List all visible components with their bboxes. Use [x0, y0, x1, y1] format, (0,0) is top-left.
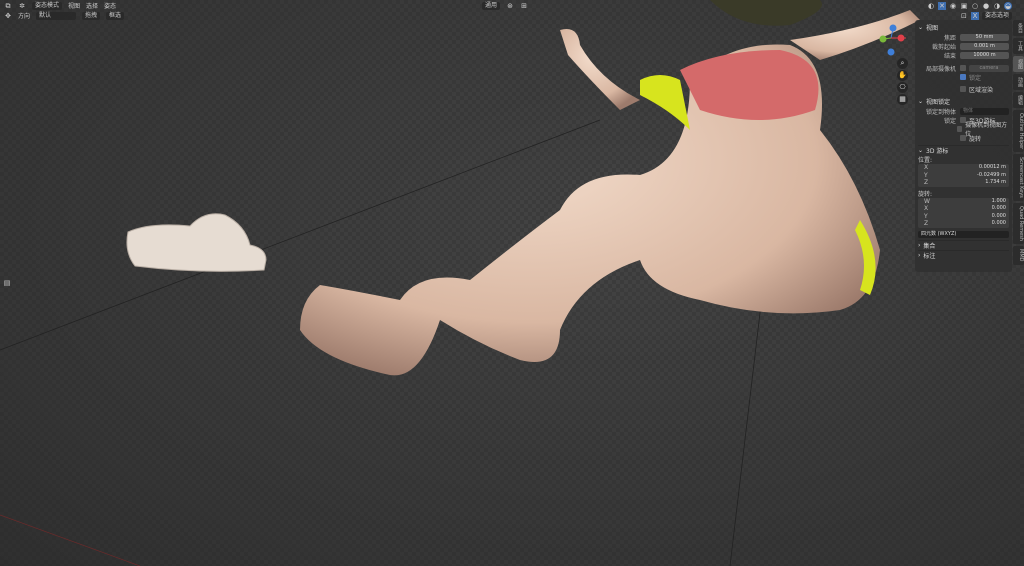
camera-to-view-checkbox[interactable] — [956, 126, 963, 132]
clip-start-label: 裁剪起始 — [931, 43, 956, 51]
tab-tool[interactable]: 工具 — [1013, 38, 1024, 54]
local-camera-field[interactable]: camera — [969, 64, 1009, 72]
rotation-x-field[interactable]: 0.000 — [936, 205, 1009, 212]
tab-outline-helper[interactable]: Outline Helper — [1013, 110, 1024, 153]
axis-label: X — [924, 205, 929, 213]
pose-options-dropdown[interactable]: 姿态选项 — [981, 11, 1012, 20]
gizmo-neg-z-axis — [887, 48, 895, 56]
clip-start-field[interactable]: 0.001 m — [960, 42, 1009, 50]
menu-view[interactable]: 视图 — [68, 1, 80, 10]
focal-label: 焦距 — [943, 34, 956, 42]
scene-render — [0, 0, 920, 566]
drag-dropdown[interactable]: 拖拽 — [82, 11, 101, 20]
pivot-icon[interactable]: ⊛ — [506, 2, 514, 10]
tab-view[interactable]: 视图 — [1013, 56, 1024, 72]
camera-view-icon[interactable]: ⎔ — [897, 82, 908, 93]
shading-solid-icon[interactable]: ● — [982, 2, 990, 10]
axis-label: Y — [924, 171, 928, 179]
gizmo-y-axis — [879, 35, 887, 43]
perspective-toggle-icon[interactable]: ▦ — [897, 94, 908, 105]
tab-edit[interactable]: 编辑 — [1013, 92, 1024, 108]
location-z-field[interactable]: 1.734 m — [936, 179, 1009, 186]
local-camera-label: 局部摄像机 — [925, 65, 956, 73]
orientation-label: 方向 — [18, 13, 31, 20]
overlay-icon[interactable]: ◉ — [949, 2, 957, 10]
orientation-dropdown[interactable]: 默认 — [36, 11, 77, 20]
axis-label: X — [924, 164, 929, 172]
location-x-field[interactable]: 0.00012 m — [936, 164, 1009, 171]
camera-lock-checkbox[interactable] — [960, 74, 966, 80]
tab-quad-remesh[interactable]: Quad Remesh — [1013, 203, 1024, 245]
pan-hand-icon[interactable]: ✋ — [897, 70, 908, 81]
rotation-y-field[interactable]: 0.000 — [936, 213, 1009, 220]
rotation-w-field[interactable]: 1.000 — [936, 198, 1009, 205]
collections-section-header[interactable]: › 集合 — [918, 239, 1009, 250]
region-render-checkbox[interactable] — [960, 86, 966, 92]
focal-length-field[interactable]: 50 mm — [960, 33, 1009, 41]
pose-mode-icon: ✲ — [19, 1, 25, 10]
tab-item[interactable]: 条目 — [1013, 20, 1024, 36]
axis-label: Z — [924, 179, 929, 187]
header-center: 通用 ⊛ ⊞ — [478, 0, 528, 11]
axis-line — [0, 514, 141, 566]
shading-material-icon[interactable]: ◑ — [993, 2, 1001, 10]
axis-label: W — [924, 197, 930, 205]
camera-lock-label: 锁定 — [969, 74, 982, 82]
transform-orientation-dropdown[interactable]: 通用 — [482, 1, 501, 10]
zoom-icon[interactable]: ⌕ — [897, 58, 908, 69]
rotation-fields: W 1.000 X 0.000 Y 0.000 Z 0.000 — [918, 197, 1009, 228]
xray-icon[interactable]: ▣ — [960, 2, 968, 10]
sidebar-tabs: 条目 工具 视图 动画 编辑 Outline Helper Screencast… — [1013, 20, 1024, 265]
gizmo-toggle-icon[interactable]: ✕ — [938, 1, 946, 10]
tab-animation[interactable]: 动画 — [1013, 74, 1024, 90]
select-box-dropdown[interactable]: 框选 — [106, 11, 125, 20]
character-model — [300, 0, 920, 376]
shoe-model — [126, 213, 267, 272]
editor-type-icon[interactable]: ⧉ — [4, 2, 12, 10]
snap-icon[interactable]: ⊞ — [520, 2, 528, 10]
clip-end-label: 结束 — [943, 52, 956, 60]
gizmo-x-axis — [897, 34, 905, 42]
transform-icon: ✥ — [5, 11, 11, 20]
region-render-label: 区域渲染 — [969, 86, 994, 94]
axis-label: Z — [924, 220, 929, 228]
lock-object-field[interactable]: 物体 — [960, 107, 1009, 115]
toolbar-toggle-icon[interactable]: ▤ — [3, 279, 11, 287]
view-section-header[interactable]: ⌄ 视图 — [918, 22, 1009, 32]
sidebar-panel: ⌄ 视图 焦距 50 mm 裁剪起始 0.001 m 结束 10000 m 局部摄像机… — [915, 20, 1012, 272]
rotation-label: 旋转: — [918, 190, 933, 198]
local-camera-checkbox[interactable] — [960, 65, 966, 71]
clip-end-field[interactable]: 10000 m — [960, 51, 1009, 59]
tab-mmd[interactable]: MMD — [1013, 246, 1024, 265]
visibility-icon[interactable]: ◐ — [927, 2, 935, 10]
view-lock-section-header[interactable]: ⌄ 视图锁定 — [918, 96, 1009, 106]
menu-pose[interactable]: 姿态 — [104, 1, 116, 10]
x-mirror-icon[interactable]: X — [970, 11, 979, 20]
location-label: 位置: — [918, 157, 933, 164]
cursor-section-header[interactable]: ⌄ 3D 游标 — [918, 145, 1009, 155]
lock-label: 锁定 — [943, 117, 956, 125]
menu-select[interactable]: 选择 — [86, 1, 98, 10]
shading-rendered-icon[interactable]: ◒ — [1004, 1, 1012, 10]
lock-object-label: 锁定到物体 — [925, 108, 956, 116]
rotation-lock-label: 旋转 — [969, 135, 982, 143]
mode-dropdown[interactable]: 姿态模式 — [32, 1, 63, 10]
rotation-mode-dropdown[interactable]: 四元数 (WXYZ) — [918, 231, 1009, 238]
header-row-2: ✥ 方向 默认 拖拽 框选 — [0, 10, 125, 21]
location-y-field[interactable]: -0.02499 m — [936, 172, 1009, 179]
axis-label: Y — [924, 212, 928, 220]
gizmo-z-axis — [889, 24, 897, 32]
rotation-lock-checkbox[interactable] — [960, 135, 966, 141]
tab-screencast-keys[interactable]: Screencast Keys — [1013, 154, 1024, 202]
shading-wireframe-icon[interactable]: ○ — [971, 2, 979, 10]
rotation-z-field[interactable]: 0.000 — [936, 220, 1009, 227]
location-fields: X 0.00012 m Y -0.02499 m Z 1.734 m — [918, 164, 1009, 187]
toggle-sidebar-icon[interactable]: ⊡ — [960, 12, 968, 20]
annotations-section-header[interactable]: › 标注 — [918, 249, 1009, 260]
